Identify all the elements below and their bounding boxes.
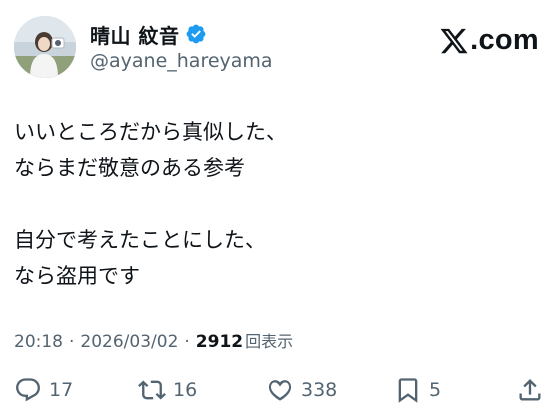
verified-badge-icon	[187, 24, 206, 44]
repost-count: 16	[173, 379, 198, 401]
repost-button[interactable]: 16	[138, 372, 197, 408]
tweet-date[interactable]: 2026/03/02	[80, 332, 178, 352]
views-label: 回表示	[245, 332, 294, 351]
x-brand-logo: .com	[439, 24, 539, 57]
author-display-name[interactable]: 晴山 紋音	[90, 20, 179, 49]
tweet-text-line-blank	[14, 186, 544, 222]
tweet-text-line: なら盗用です	[14, 264, 140, 288]
like-count: 338	[301, 379, 338, 401]
meta-separator: ·	[184, 332, 190, 352]
reply-count: 17	[49, 379, 74, 401]
bookmark-icon	[398, 378, 418, 403]
x-logo-icon	[440, 28, 468, 53]
tweet-meta: 20:18 · 2026/03/02 · 2912 回表示	[14, 328, 293, 352]
tweet-text-line: いいところだから真似した、	[14, 120, 287, 144]
repost-icon	[138, 380, 166, 400]
meta-separator: ·	[69, 332, 75, 352]
share-icon	[519, 379, 541, 401]
like-button[interactable]: 338	[266, 372, 337, 408]
tweet-card: 晴山 紋音 @ayane_hareyama .com いいところだから真似した、…	[0, 0, 557, 416]
tweet-time[interactable]: 20:18	[14, 332, 63, 352]
author-handle[interactable]: @ayane_hareyama	[90, 50, 273, 72]
like-icon	[268, 380, 292, 401]
bookmark-count: 5	[429, 379, 442, 401]
reply-icon	[16, 378, 40, 402]
avatar[interactable]	[14, 16, 76, 78]
author-name-row: 晴山 紋音	[90, 20, 207, 48]
x-logo-text: .com	[470, 24, 539, 56]
share-button[interactable]	[516, 372, 544, 408]
reply-button[interactable]: 17	[14, 372, 73, 408]
tweet-text-line: 自分で考えたことにした、	[14, 228, 266, 252]
tweet-text-line: ならまだ敬意のある参考	[14, 156, 245, 180]
views-count: 2912	[195, 332, 244, 352]
tweet-text: いいところだから真似した、 ならまだ敬意のある参考 自分で考えたことにした、 な…	[14, 114, 544, 294]
action-bar: 17 16 338 5	[0, 372, 557, 408]
bookmark-button[interactable]: 5	[394, 372, 441, 408]
